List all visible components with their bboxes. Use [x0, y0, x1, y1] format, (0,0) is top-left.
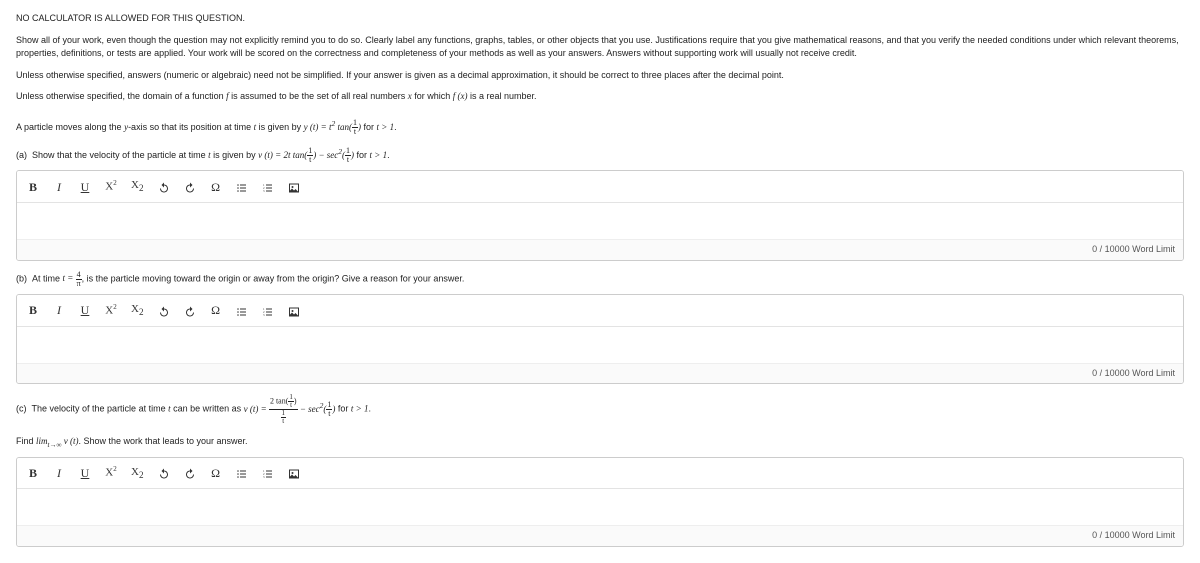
bold-button[interactable]: B — [27, 301, 39, 319]
underline-button[interactable]: U — [79, 301, 91, 319]
list-ul-icon — [236, 306, 248, 318]
list-ol-icon: 123 — [262, 468, 274, 480]
italic-button[interactable]: I — [53, 464, 65, 482]
underline-button[interactable]: U — [79, 178, 91, 196]
image-icon — [288, 468, 300, 480]
image-button[interactable] — [288, 464, 300, 482]
textarea-a[interactable] — [17, 203, 1183, 239]
redo-icon — [184, 306, 196, 318]
number-list-button[interactable]: 123 — [262, 464, 274, 482]
redo-button[interactable] — [184, 301, 196, 319]
list-ol-icon: 123 — [262, 306, 274, 318]
textarea-b[interactable] — [17, 327, 1183, 363]
bullet-list-button[interactable] — [236, 301, 248, 319]
undo-button[interactable] — [158, 464, 170, 482]
toolbar-a: B I U X2 X2 Ω 123 — [17, 171, 1183, 203]
list-ul-icon — [236, 468, 248, 480]
question-stem: A particle moves along the y-axis so tha… — [16, 118, 1184, 136]
instructions-1: Show all of your work, even though the q… — [16, 34, 1184, 61]
part-c-prompt-2: Find limt→∞ v (t). Show the work that le… — [16, 435, 1184, 450]
toolbar-b: B I U X2 X2 Ω 123 — [17, 295, 1183, 327]
redo-button[interactable] — [184, 464, 196, 482]
instructions-2: Unless otherwise specified, answers (num… — [16, 69, 1184, 83]
undo-button[interactable] — [158, 301, 170, 319]
redo-icon — [184, 182, 196, 194]
undo-icon — [158, 468, 170, 480]
toolbar-c: B I U X2 X2 Ω 123 — [17, 458, 1183, 490]
editor-a: B I U X2 X2 Ω 123 0 / 10000 Word Limit — [16, 170, 1184, 260]
svg-text:3: 3 — [263, 313, 265, 317]
redo-button[interactable] — [184, 178, 196, 196]
bold-button[interactable]: B — [27, 178, 39, 196]
omega-button[interactable]: Ω — [210, 301, 222, 319]
editor-b: B I U X2 X2 Ω 123 0 / 10000 Word Limit — [16, 294, 1184, 384]
svg-text:3: 3 — [263, 189, 265, 193]
list-ul-icon — [236, 182, 248, 194]
italic-button[interactable]: I — [53, 178, 65, 196]
subscript-button[interactable]: X2 — [131, 301, 144, 320]
word-limit-c: 0 / 10000 Word Limit — [17, 525, 1183, 546]
bullet-list-button[interactable] — [236, 178, 248, 196]
image-button[interactable] — [288, 178, 300, 196]
list-ol-icon: 123 — [262, 182, 274, 194]
image-button[interactable] — [288, 301, 300, 319]
number-list-button[interactable]: 123 — [262, 301, 274, 319]
part-c-prompt: (c) The velocity of the particle at time… — [16, 394, 1184, 425]
textarea-c[interactable] — [17, 489, 1183, 525]
superscript-button[interactable]: X2 — [105, 178, 117, 195]
superscript-button[interactable]: X2 — [105, 464, 117, 481]
image-icon — [288, 306, 300, 318]
instructions-3: Unless otherwise specified, the domain o… — [16, 90, 1184, 104]
part-b-prompt: (b) At time t = 4π, is the particle movi… — [16, 271, 1184, 288]
omega-button[interactable]: Ω — [210, 464, 222, 482]
superscript-button[interactable]: X2 — [105, 302, 117, 319]
redo-icon — [184, 468, 196, 480]
underline-button[interactable]: U — [79, 464, 91, 482]
bold-button[interactable]: B — [27, 464, 39, 482]
word-limit-b: 0 / 10000 Word Limit — [17, 363, 1183, 384]
bullet-list-button[interactable] — [236, 464, 248, 482]
number-list-button[interactable]: 123 — [262, 178, 274, 196]
image-icon — [288, 182, 300, 194]
part-a-prompt: (a) Show that the velocity of the partic… — [16, 146, 1184, 164]
no-calc-header: NO CALCULATOR IS ALLOWED FOR THIS QUESTI… — [16, 12, 1184, 26]
italic-button[interactable]: I — [53, 301, 65, 319]
editor-c: B I U X2 X2 Ω 123 0 / 10000 Word Limit — [16, 457, 1184, 547]
omega-button[interactable]: Ω — [210, 178, 222, 196]
word-limit-a: 0 / 10000 Word Limit — [17, 239, 1183, 260]
svg-text:3: 3 — [263, 475, 265, 479]
undo-icon — [158, 182, 170, 194]
undo-button[interactable] — [158, 178, 170, 196]
subscript-button[interactable]: X2 — [131, 177, 144, 196]
subscript-button[interactable]: X2 — [131, 464, 144, 483]
undo-icon — [158, 306, 170, 318]
